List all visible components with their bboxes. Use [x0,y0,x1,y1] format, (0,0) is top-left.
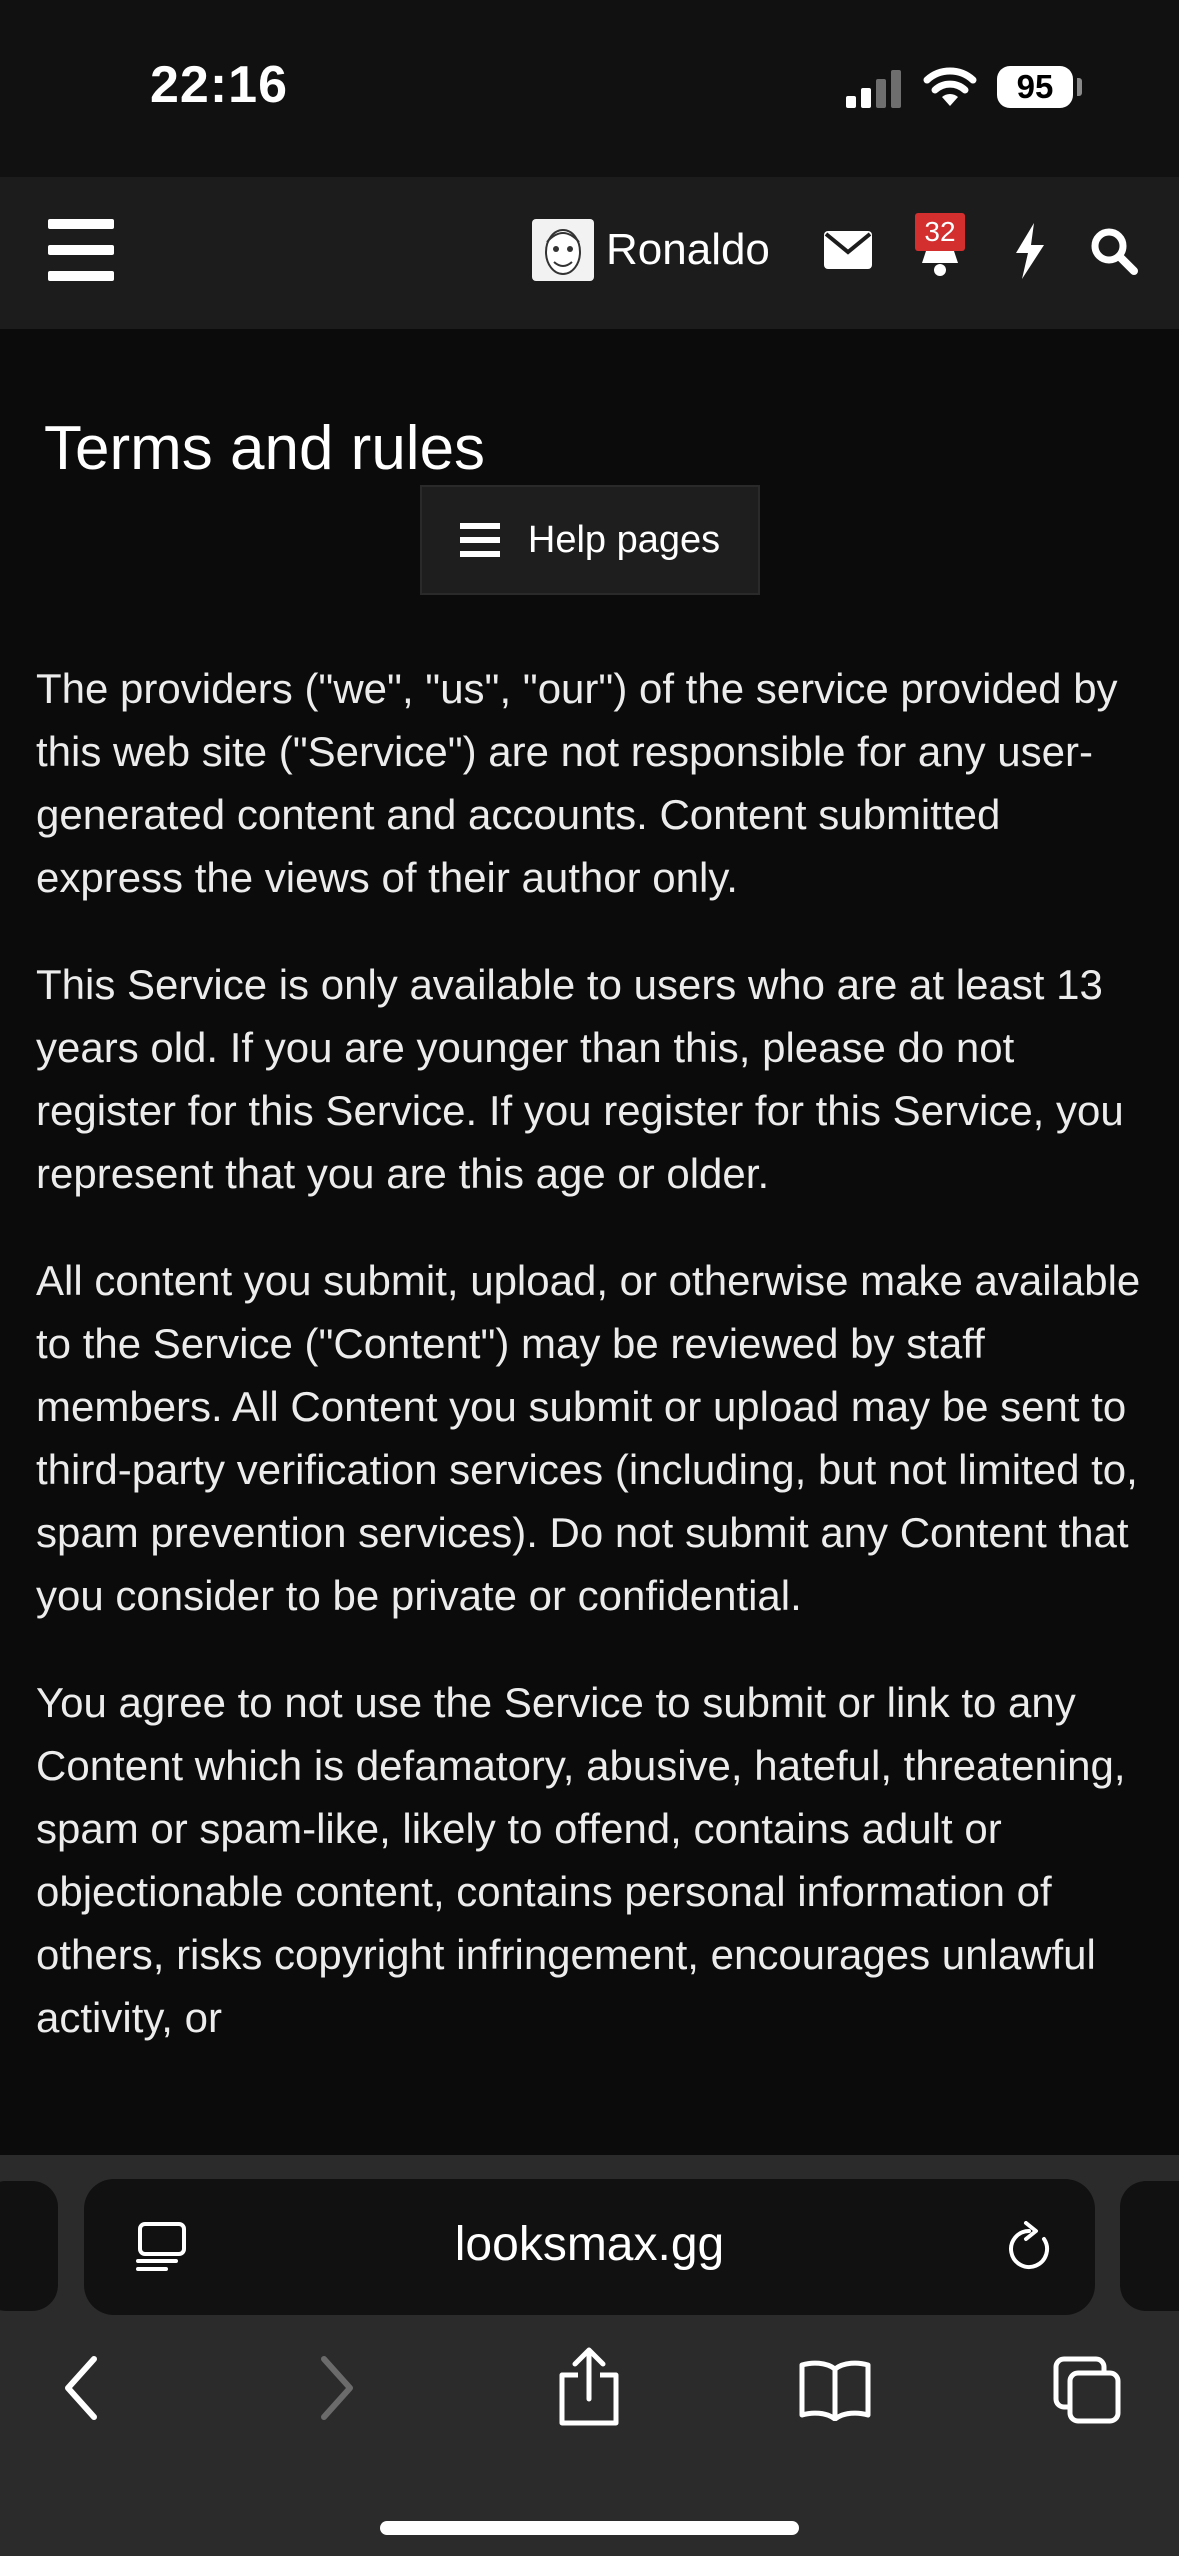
status-bar: 22:16 95 [0,0,1179,177]
list-icon [459,523,500,557]
previous-tab-preview[interactable] [0,2181,58,2311]
wifi-icon [923,67,977,106]
address-bar[interactable]: looksmax.gg [84,2179,1095,2315]
tabs-icon[interactable] [1052,2355,1122,2425]
mail-icon[interactable] [824,231,872,269]
terms-paragraph: This Service is only available to users … [36,961,1124,1197]
reload-icon[interactable] [1004,2221,1054,2273]
cellular-signal-icon [846,70,901,108]
help-pages-label: Help pages [527,518,721,561]
search-icon[interactable] [1090,227,1138,275]
bookmarks-icon[interactable] [798,2359,872,2421]
page-title: Terms and rules [44,413,486,483]
terms-paragraph: The providers ("we", "us", "our") of the… [36,665,1118,901]
back-icon[interactable] [62,2355,102,2421]
next-tab-preview[interactable] [1120,2181,1179,2311]
battery-tip [1077,78,1082,96]
bolt-icon[interactable] [1012,223,1046,279]
terms-paragraph: All content you submit, upload, or other… [36,1257,1141,1619]
browser-toolbar: looksmax.gg [0,2155,1179,2556]
notification-badge: 32 [915,213,965,251]
status-time: 22:16 [150,56,288,114]
avatar [532,219,594,281]
help-pages-button[interactable]: Help pages [420,485,760,595]
avatar-face-icon [545,229,581,275]
terms-paragraph: You agree to not use the Service to subm… [36,1679,1126,2041]
main-content: Terms and rules Help pages The providers… [0,329,1179,2155]
user-account-link[interactable]: Ronaldo [532,217,770,283]
home-indicator [380,2521,799,2535]
url-text: looksmax.gg [454,2218,725,2271]
forward-icon[interactable] [316,2355,356,2421]
share-icon[interactable] [556,2347,622,2427]
terms-text: The providers ("we", "us", "our") of the… [36,657,1156,2093]
menu-icon[interactable] [48,219,114,281]
battery-indicator: 95 [997,66,1073,108]
page: 22:16 95 Ronaldo 32 Terms and rules Help… [0,0,1179,2556]
username: Ronaldo [606,225,770,274]
site-header: Ronaldo 32 [0,177,1179,329]
